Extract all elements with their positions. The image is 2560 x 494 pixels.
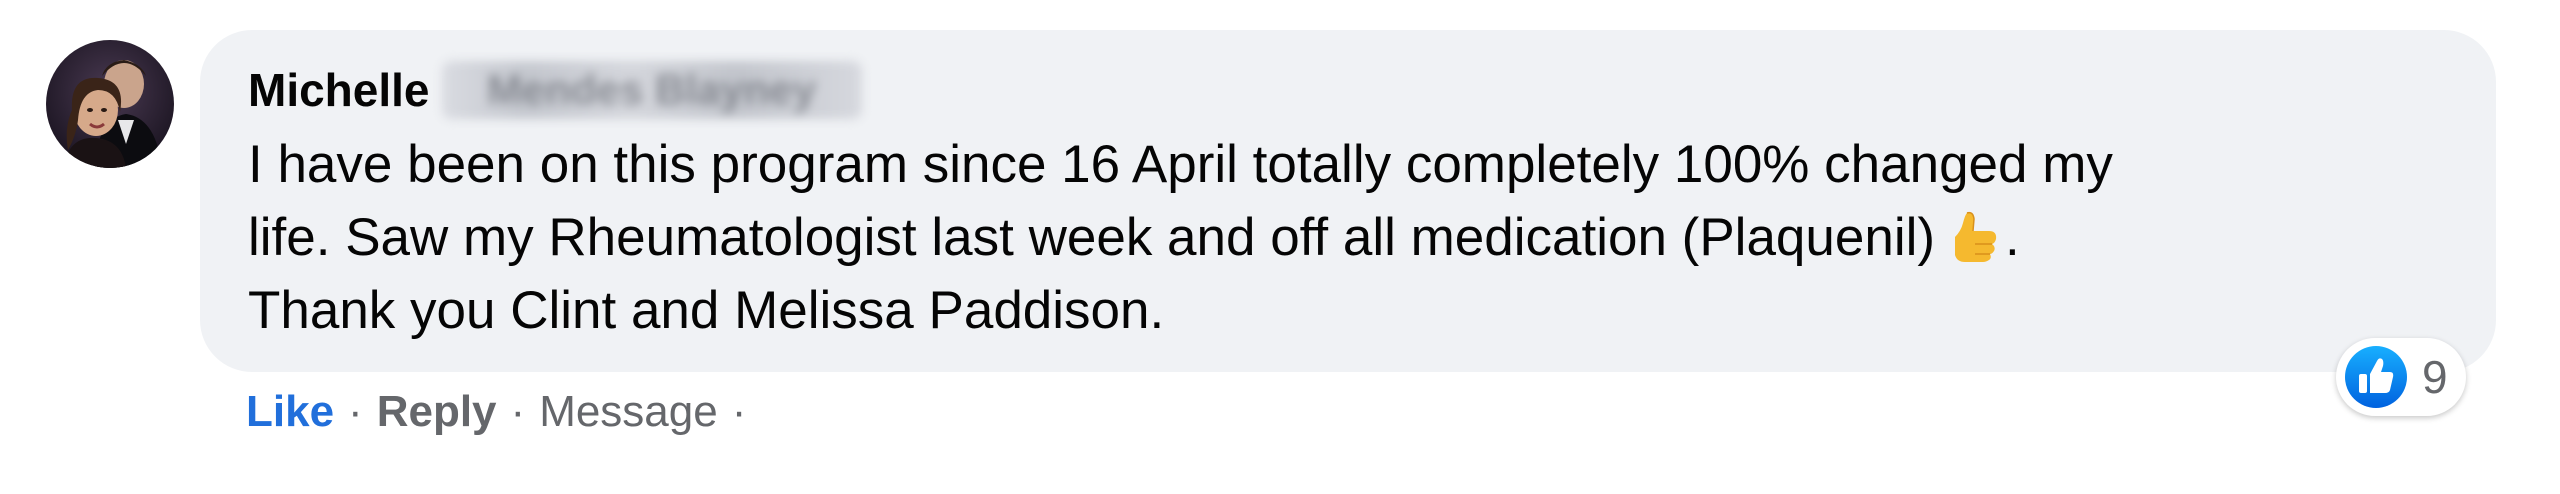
comment-line-2-text: life. Saw my Rheumatologist last week an… — [248, 208, 1936, 267]
comment-line-2-period: . — [2005, 208, 2020, 267]
action-separator: · — [731, 387, 747, 436]
thumbs-up-icon — [1945, 209, 2001, 265]
message-button[interactable]: Message — [539, 387, 718, 437]
comment-actions: Like · Reply · Message · — [246, 382, 760, 442]
comment-bubble: Michelle Mendes Blayney I have been on t… — [200, 30, 2496, 372]
comment-line-1: I have been on this program since 16 Apr… — [248, 135, 2113, 194]
avatar[interactable] — [46, 40, 174, 168]
comment-line-3: Thank you Clint and Melissa Paddison. — [248, 281, 1165, 340]
reply-button[interactable]: Reply — [377, 387, 497, 437]
action-separator: · — [510, 387, 526, 436]
like-button[interactable]: Like — [246, 387, 334, 437]
reaction-count: 9 — [2422, 351, 2448, 403]
avatar-photo — [46, 40, 174, 168]
like-reaction-icon — [2345, 346, 2407, 408]
reaction-summary[interactable]: 9 — [2336, 338, 2466, 416]
author-last-name-blurred[interactable]: Mendes Blayney — [441, 61, 862, 119]
comment-text: I have been on this program since 16 Apr… — [248, 128, 2468, 347]
action-separator: · — [348, 387, 363, 436]
comment-line-2: life. Saw my Rheumatologist last week an… — [248, 201, 2468, 274]
comment-author: Michelle Mendes Blayney — [248, 61, 862, 119]
author-first-name[interactable]: Michelle — [248, 63, 430, 117]
